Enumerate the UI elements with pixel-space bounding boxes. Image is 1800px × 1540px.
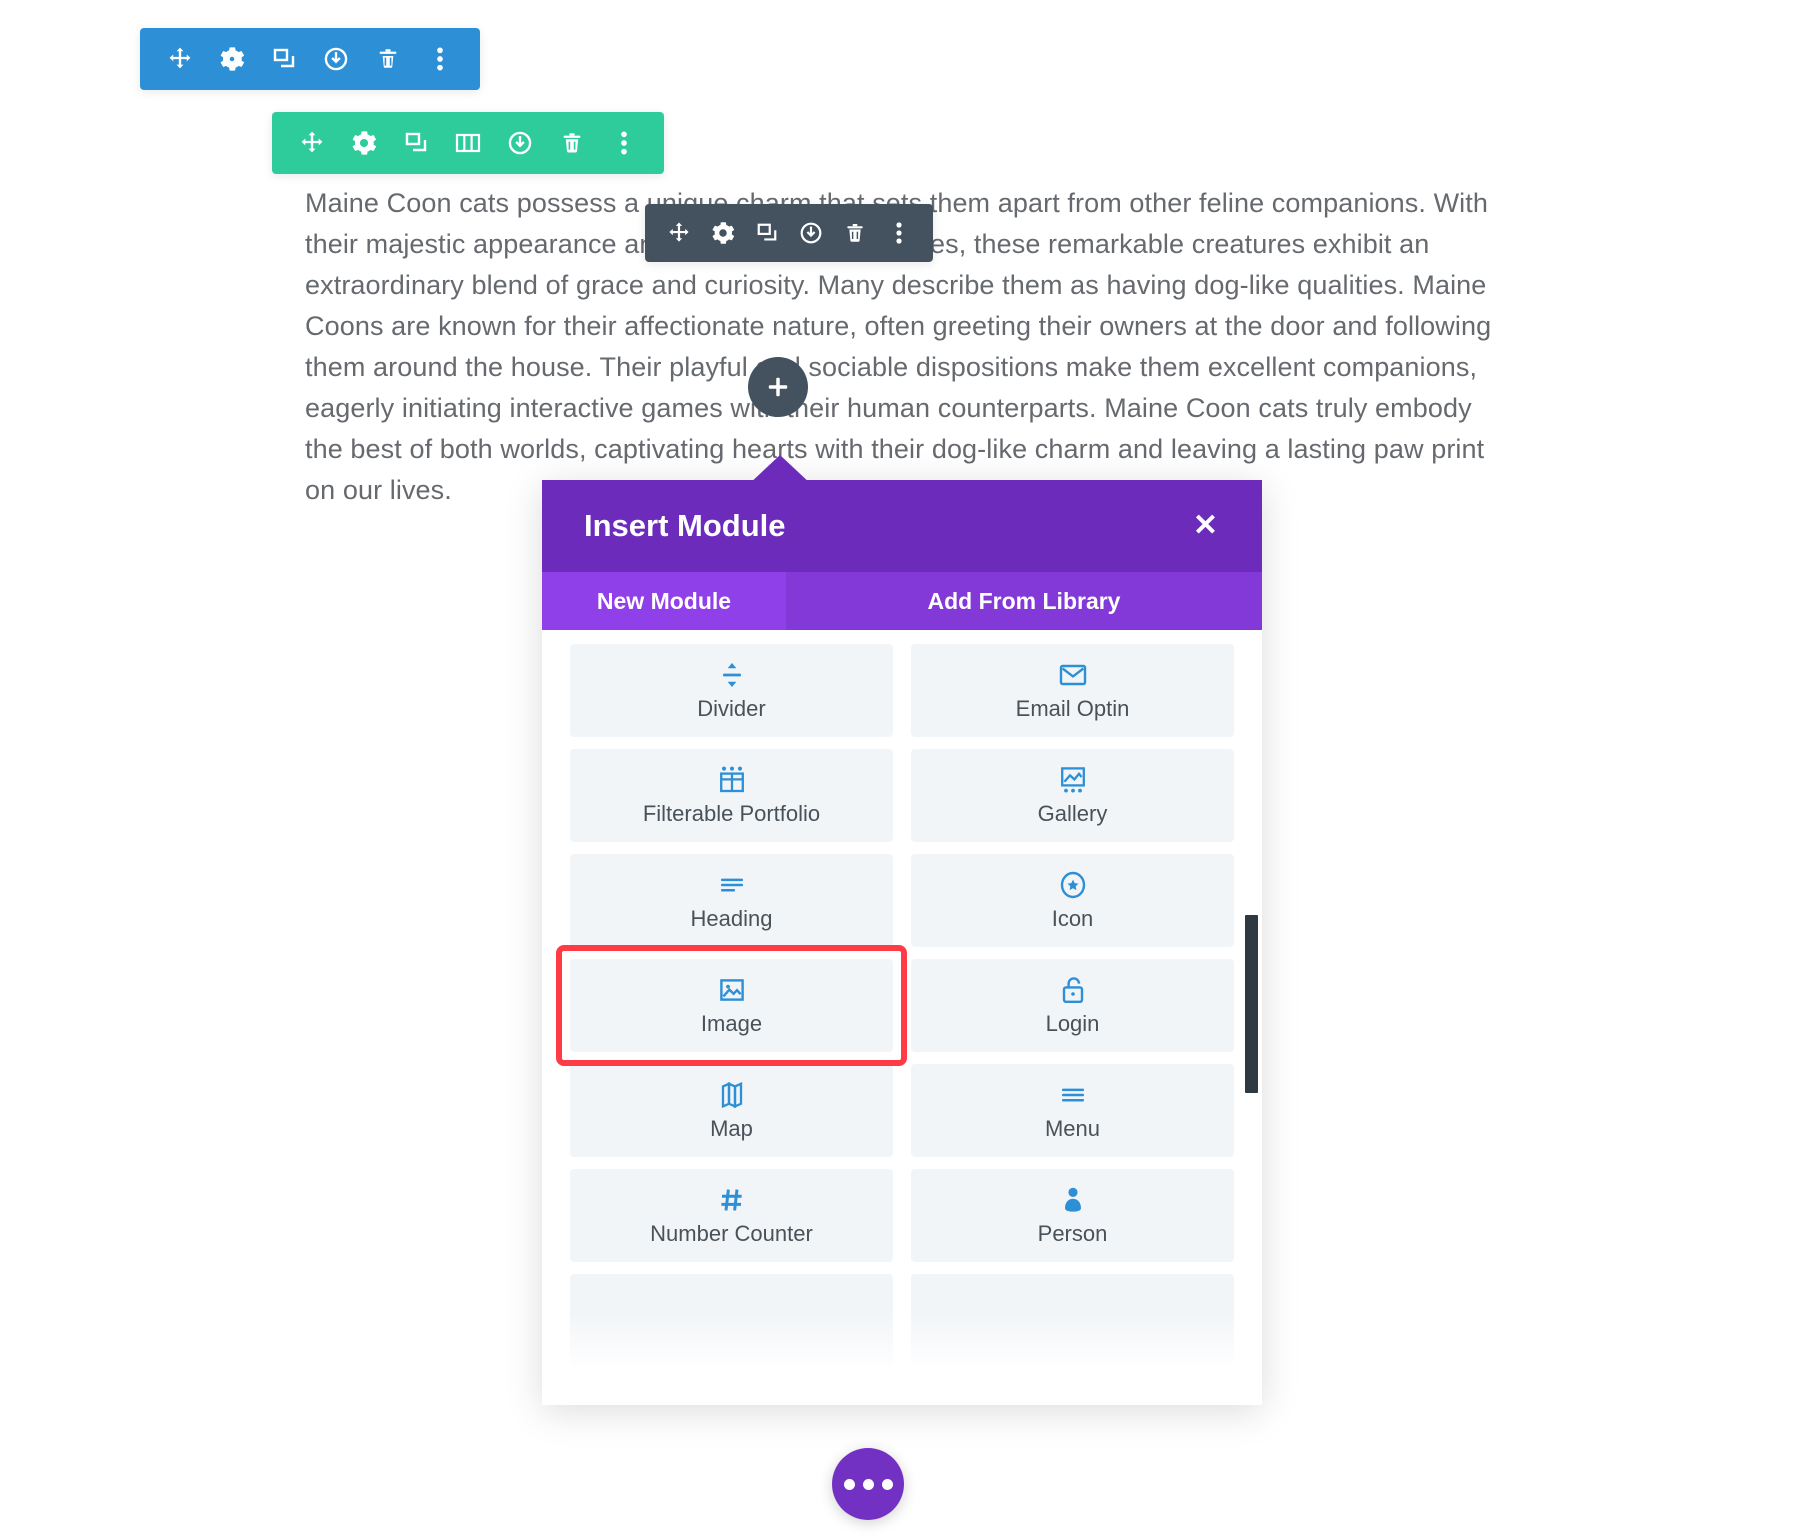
heading-lines-icon [719, 870, 745, 900]
module-card-login[interactable]: Login [911, 959, 1234, 1052]
module-label: Filterable Portfolio [642, 800, 821, 826]
module-card-number-counter[interactable]: Number Counter [570, 1169, 893, 1262]
tab-add-from-library[interactable]: Add From Library [786, 572, 1262, 630]
module-label: Menu [1044, 1115, 1101, 1141]
move-icon[interactable] [657, 204, 701, 262]
dot-icon [843, 1478, 855, 1490]
duplicate-icon[interactable] [745, 204, 789, 262]
module-card-map[interactable]: Map [570, 1064, 893, 1157]
vertical-dots-icon[interactable] [877, 204, 921, 262]
menu-lines-icon [1060, 1080, 1086, 1110]
close-icon[interactable]: ✕ [1187, 505, 1224, 547]
module-label: Number Counter [650, 1220, 813, 1246]
duplicate-icon[interactable] [258, 28, 310, 90]
save-to-library-icon[interactable] [494, 112, 546, 174]
move-icon[interactable] [286, 112, 338, 174]
module-card-heading[interactable]: Heading [570, 854, 893, 947]
vertical-dots-icon[interactable] [598, 112, 650, 174]
module-label: Heading [690, 905, 773, 931]
module-label: Person [1037, 1220, 1108, 1246]
module-card-menu[interactable]: Menu [911, 1064, 1234, 1157]
module-card-icon[interactable]: Icon [911, 854, 1234, 947]
modal-tabs: New Module Add From Library [542, 572, 1262, 630]
module-label: Image [700, 1010, 763, 1036]
columns-icon[interactable] [442, 112, 494, 174]
grid-table-icon [719, 765, 745, 795]
trash-icon[interactable] [833, 204, 877, 262]
module-label: Gallery [1037, 800, 1108, 826]
trash-icon[interactable] [362, 28, 414, 90]
module-card-email-optin[interactable]: Email Optin [911, 644, 1234, 737]
envelope-icon [1059, 660, 1087, 690]
trash-icon[interactable] [546, 112, 598, 174]
module-label: Divider [697, 695, 766, 721]
add-module-button[interactable] [748, 357, 808, 417]
module-label: Login [1045, 1010, 1100, 1036]
module-card-partial[interactable] [911, 1274, 1234, 1367]
module-card-gallery[interactable]: Gallery [911, 749, 1234, 842]
map-icon [720, 1080, 744, 1110]
modal-body: Divider Email Optin Filterable Portfolio [542, 630, 1262, 1405]
gear-icon[interactable] [206, 28, 258, 90]
module-card-filterable-portfolio[interactable]: Filterable Portfolio [570, 749, 893, 842]
duplicate-icon[interactable] [390, 112, 442, 174]
module-label: Map [710, 1115, 753, 1141]
save-to-library-icon[interactable] [310, 28, 362, 90]
unlock-icon [1061, 975, 1085, 1005]
module-toolbar[interactable] [645, 204, 933, 262]
modal-scrollbar[interactable] [1245, 915, 1258, 1093]
person-icon [1062, 1185, 1084, 1215]
row-toolbar[interactable] [272, 112, 664, 174]
divider-icon [720, 660, 744, 690]
highlight-box: Image [556, 945, 907, 1066]
more-options-fab[interactable] [832, 1448, 904, 1520]
move-icon[interactable] [154, 28, 206, 90]
module-grid: Divider Email Optin Filterable Portfolio [556, 644, 1234, 1367]
module-label: Email Optin [1015, 695, 1130, 721]
dot-icon [862, 1478, 874, 1490]
modal-header: Insert Module ✕ [542, 480, 1262, 572]
module-label: Icon [1051, 905, 1094, 931]
module-card-image[interactable]: Image [570, 959, 893, 1052]
insert-module-modal: Insert Module ✕ New Module Add From Libr… [542, 480, 1262, 1405]
module-card-divider[interactable]: Divider [570, 644, 893, 737]
dot-icon [881, 1478, 893, 1490]
image-icon [719, 975, 745, 1005]
tab-new-module[interactable]: New Module [542, 572, 786, 630]
gallery-icon [1060, 765, 1086, 795]
gear-icon[interactable] [338, 112, 390, 174]
module-card-person[interactable]: Person [911, 1169, 1234, 1262]
hash-icon [719, 1185, 745, 1215]
section-toolbar[interactable] [140, 28, 480, 90]
modal-title: Insert Module [584, 508, 786, 543]
vertical-dots-icon[interactable] [414, 28, 466, 90]
gear-icon[interactable] [701, 204, 745, 262]
star-circle-icon [1059, 870, 1087, 900]
module-card-partial[interactable] [570, 1274, 893, 1367]
plus-icon [768, 377, 788, 397]
save-to-library-icon[interactable] [789, 204, 833, 262]
editor-canvas: Maine Coon cats possess a unique charm t… [0, 0, 1800, 1540]
modal-caret [748, 455, 812, 485]
